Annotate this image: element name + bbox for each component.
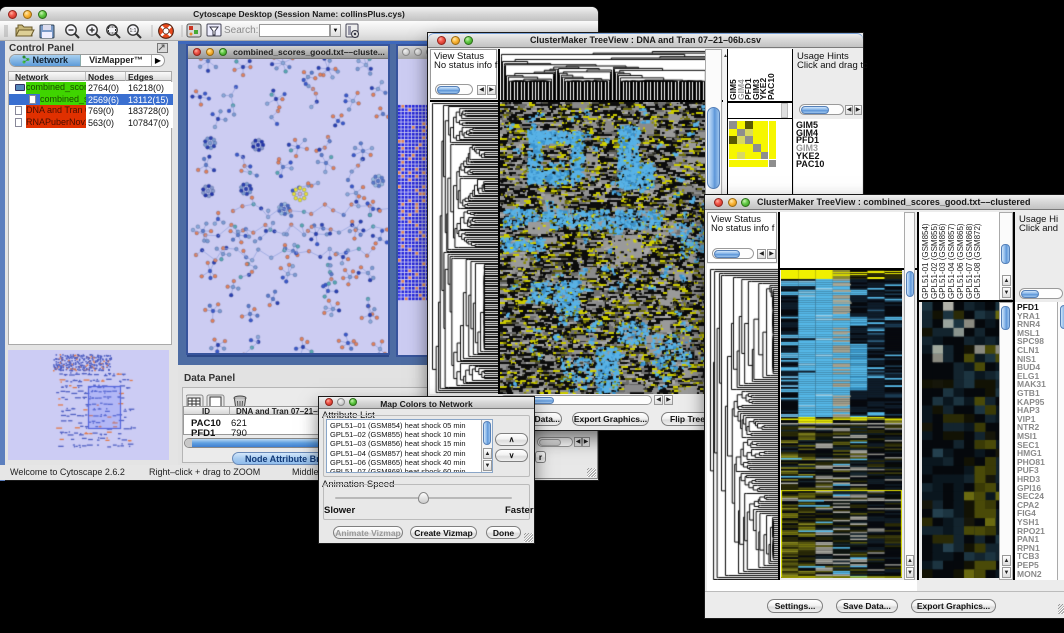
svg-text:1:1: 1:1 xyxy=(130,28,137,34)
